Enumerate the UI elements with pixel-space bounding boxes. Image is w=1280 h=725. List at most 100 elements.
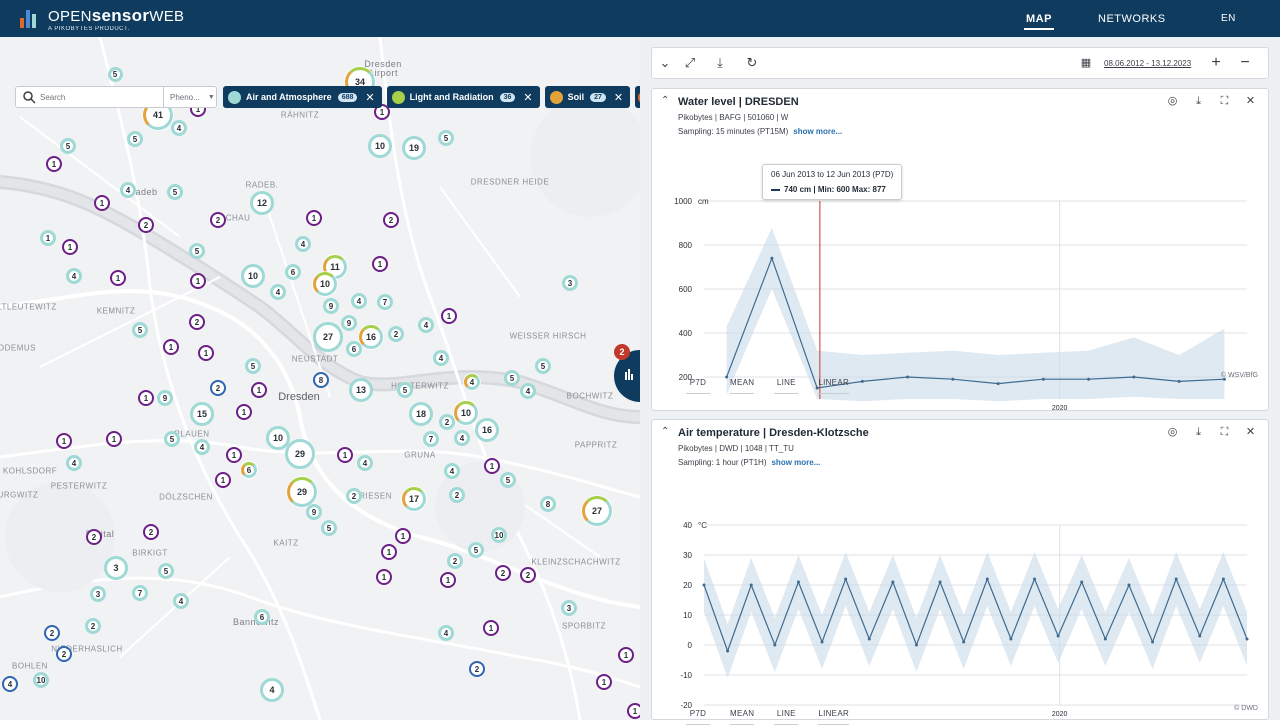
station-cluster[interactable]: 1 (596, 674, 612, 690)
station-cluster[interactable]: 2 (44, 625, 60, 641)
station-cluster[interactable]: 1 (198, 345, 214, 361)
logo[interactable]: OPENsensorWEB A PIKOBYTES PRODUCT. (20, 6, 184, 32)
close-icon[interactable]: ✕ (523, 91, 532, 104)
chevron-down-icon[interactable]: ⌄ (657, 55, 673, 71)
filter-chip[interactable]: Light and Radiation 36 ✕ (386, 86, 540, 108)
nav-networks[interactable]: NETWORKS (1098, 0, 1166, 37)
station-cluster[interactable]: 1 (627, 703, 640, 719)
station-cluster[interactable]: 5 (245, 358, 261, 374)
chart-option-p7d[interactable]: P7D (686, 378, 710, 394)
station-cluster[interactable]: 1 (215, 472, 231, 488)
station-cluster[interactable]: 2 (388, 326, 404, 342)
station-cluster[interactable]: 10 (33, 672, 49, 688)
chart-option-line[interactable]: LINE (774, 709, 799, 725)
station-cluster[interactable]: 2 (346, 488, 362, 504)
station-cluster[interactable]: 5 (438, 130, 454, 146)
station-cluster[interactable]: 5 (132, 322, 148, 338)
zoom-in-icon[interactable]: + (1208, 55, 1224, 71)
station-cluster[interactable]: 1 (138, 390, 154, 406)
station-cluster[interactable]: 9 (323, 298, 339, 314)
station-cluster[interactable]: 4 (260, 678, 284, 702)
station-cluster[interactable]: 1 (226, 447, 242, 463)
station-cluster[interactable]: 4 (464, 374, 480, 390)
nav-map[interactable]: MAP (1024, 0, 1054, 37)
station-cluster[interactable]: 1 (56, 433, 72, 449)
chart-option-mean[interactable]: MEAN (730, 709, 755, 725)
station-cluster[interactable]: 9 (306, 504, 322, 520)
station-cluster[interactable]: 3 (90, 586, 106, 602)
station-cluster[interactable]: 1 (251, 382, 267, 398)
station-cluster[interactable]: 2 (210, 380, 226, 396)
station-cluster[interactable]: 13 (349, 378, 373, 402)
filter-chip[interactable]: Soil 27 ✕ (544, 86, 631, 108)
station-cluster[interactable]: 1 (190, 273, 206, 289)
station-cluster[interactable]: 5 (158, 563, 174, 579)
station-cluster[interactable]: 9 (341, 315, 357, 331)
station-cluster[interactable]: 5 (468, 542, 484, 558)
station-cluster[interactable]: 6 (285, 264, 301, 280)
station-cluster[interactable]: 4 (454, 430, 470, 446)
chart-option-line[interactable]: LINE (774, 378, 799, 394)
close-icon[interactable]: ✕ (614, 91, 623, 104)
station-cluster[interactable]: 4 (270, 284, 286, 300)
station-cluster[interactable]: 5 (167, 184, 183, 200)
station-cluster[interactable]: 1 (376, 569, 392, 585)
download-icon[interactable]: ⤓ (712, 55, 728, 71)
station-cluster[interactable]: 9 (157, 390, 173, 406)
station-cluster[interactable]: 19 (402, 136, 426, 160)
search-bar[interactable]: Pheno...▼ (15, 86, 217, 108)
station-cluster[interactable]: 5 (321, 520, 337, 536)
station-cluster[interactable]: 6 (241, 462, 257, 478)
station-cluster[interactable]: 10 (491, 527, 507, 543)
station-cluster[interactable]: 1 (372, 256, 388, 272)
station-cluster[interactable]: 2 (520, 567, 536, 583)
station-cluster[interactable]: 4 (66, 455, 82, 471)
date-range[interactable]: 08.06.2012 - 13.12.2023 (1104, 59, 1191, 68)
station-cluster[interactable]: 2 (449, 487, 465, 503)
station-cluster[interactable]: 1 (94, 195, 110, 211)
station-cluster[interactable]: 1 (483, 620, 499, 636)
station-cluster[interactable]: 4 (295, 236, 311, 252)
map[interactable]: Dresden Dresden Airport Radeb RÄHNITZ RADEB.… (0, 37, 640, 720)
station-cluster[interactable]: 2 (210, 212, 226, 228)
station-cluster[interactable]: 1 (110, 270, 126, 286)
water-level-chart[interactable]: 1000800600400200cm2020 (652, 89, 1270, 412)
station-cluster[interactable]: 2 (447, 553, 463, 569)
station-cluster[interactable]: 5 (535, 358, 551, 374)
station-cluster[interactable]: 2 (138, 217, 154, 233)
expand-icon[interactable]: ⤢ (682, 55, 698, 71)
station-cluster[interactable]: 1 (106, 431, 122, 447)
station-cluster[interactable]: 10 (454, 401, 478, 425)
station-cluster[interactable]: 4 (438, 625, 454, 641)
station-cluster[interactable]: 4 (351, 293, 367, 309)
search-input[interactable] (40, 92, 160, 102)
station-cluster[interactable]: 1 (440, 572, 456, 588)
station-cluster[interactable]: 6 (346, 341, 362, 357)
station-cluster[interactable]: 2 (469, 661, 485, 677)
station-cluster[interactable]: 5 (60, 138, 76, 154)
station-cluster[interactable]: 17 (402, 487, 426, 511)
chart-option-linear[interactable]: LINEAR (818, 378, 850, 394)
station-cluster[interactable]: 2 (56, 646, 72, 662)
station-cluster[interactable]: 16 (475, 418, 499, 442)
phenomenon-select[interactable]: Pheno... ▼ (163, 87, 217, 107)
station-cluster[interactable]: 4 (171, 120, 187, 136)
station-cluster[interactable]: 1 (163, 339, 179, 355)
station-cluster[interactable]: 7 (423, 431, 439, 447)
filter-chip[interactable]: Air and Atmosphere 688 ✕ (223, 86, 382, 108)
station-cluster[interactable]: 1 (381, 544, 397, 560)
refresh-icon[interactable]: ↻ (744, 55, 760, 71)
chart-option-linear[interactable]: LINEAR (818, 709, 850, 725)
station-cluster[interactable]: 2 (495, 565, 511, 581)
station-cluster[interactable]: 6 (254, 609, 270, 625)
station-cluster[interactable]: 4 (66, 268, 82, 284)
station-cluster[interactable]: 10 (313, 272, 337, 296)
language-switch[interactable]: EN (1221, 0, 1236, 37)
station-cluster[interactable]: 5 (189, 243, 205, 259)
station-cluster[interactable]: 5 (164, 431, 180, 447)
air-temperature-chart[interactable]: 403020100-10-20°C2020 (652, 420, 1270, 721)
station-cluster[interactable]: 3 (562, 275, 578, 291)
station-cluster[interactable]: 4 (173, 593, 189, 609)
station-cluster[interactable]: 5 (397, 382, 413, 398)
station-cluster[interactable]: 7 (377, 294, 393, 310)
